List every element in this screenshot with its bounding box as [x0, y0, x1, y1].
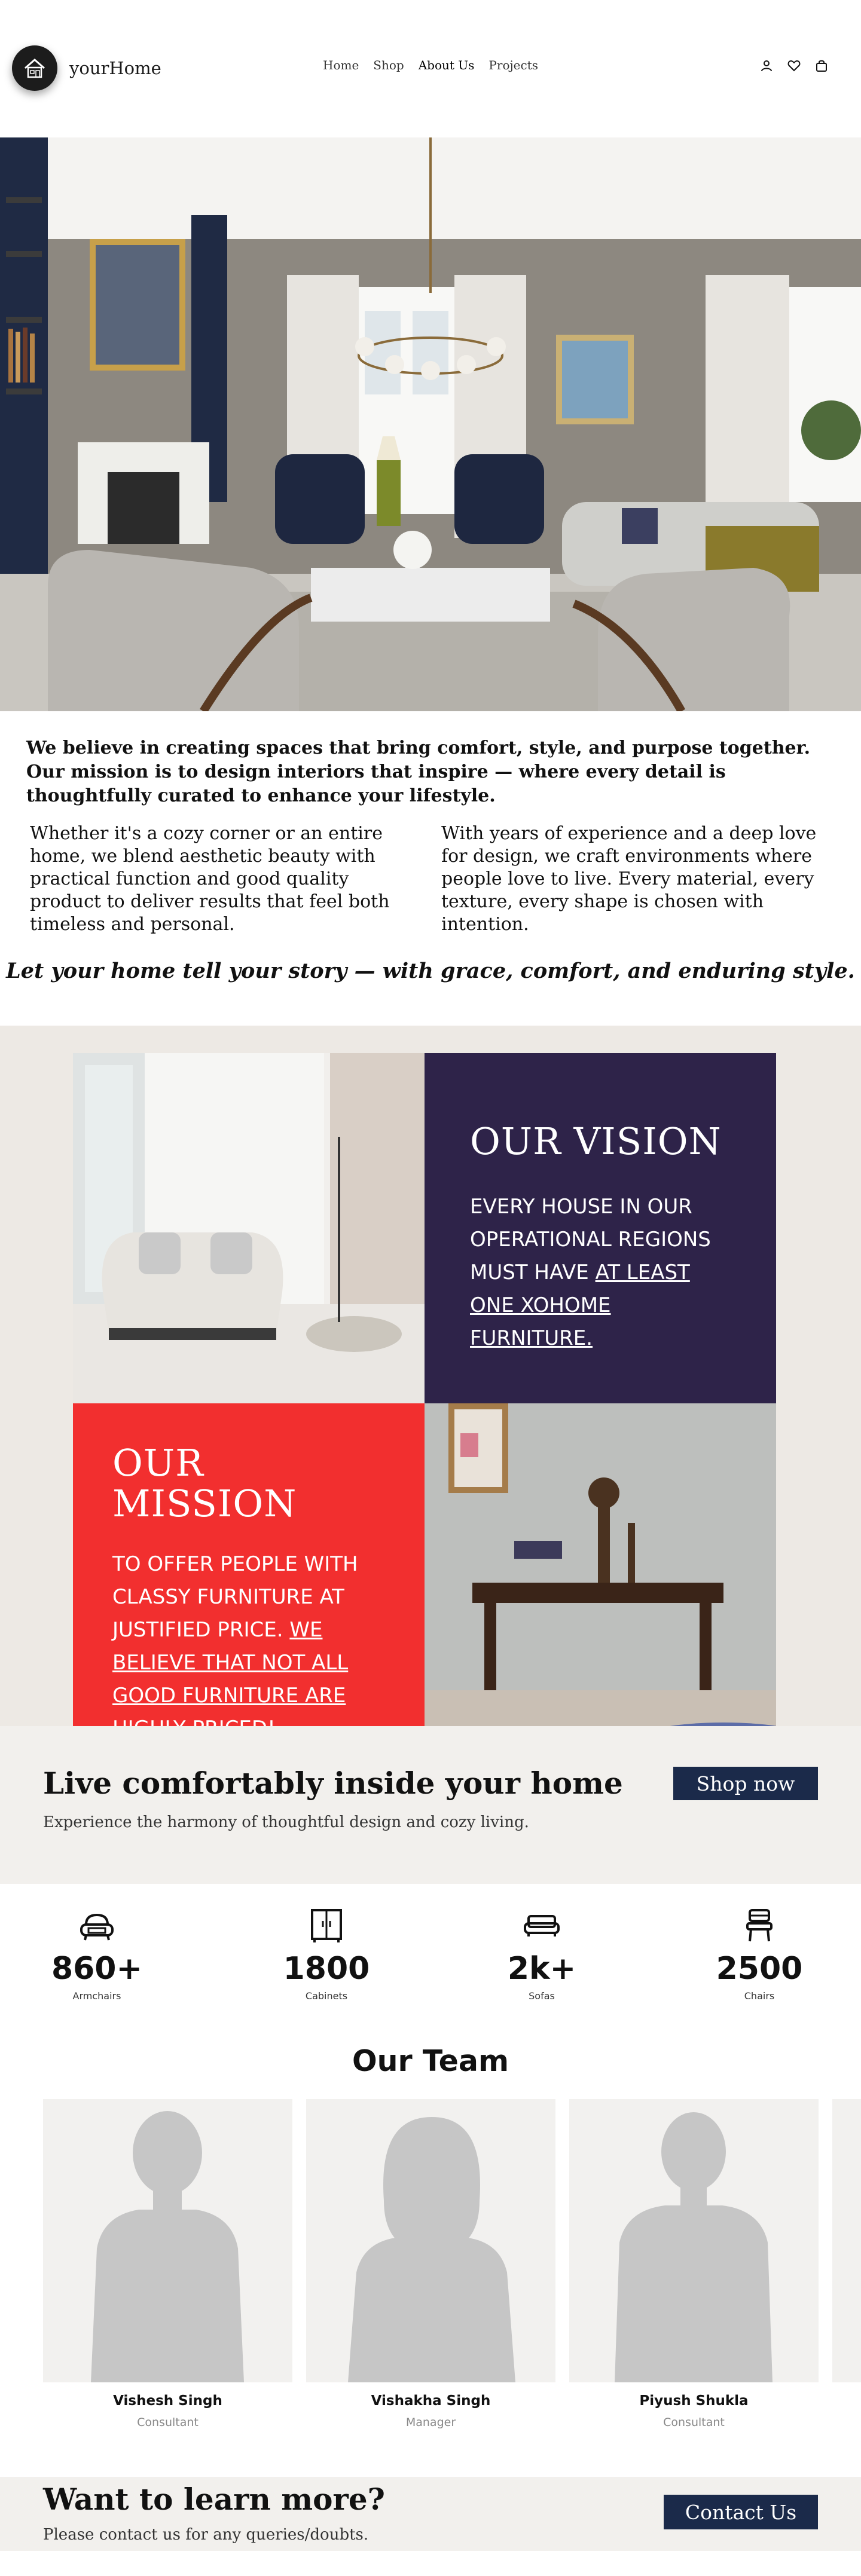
team-member-role: Manager — [405, 2416, 456, 2429]
chair-icon — [746, 1909, 773, 1942]
vision-text: EVERY HOUSE IN OUR OPERATIONAL REGIONS M… — [470, 1191, 732, 1355]
about-column-left: Whether it's a cozy corner or an entire … — [30, 823, 390, 935]
person-silhouette-icon — [91, 2111, 244, 2382]
person-silhouette-icon — [348, 2117, 515, 2382]
nav-projects[interactable]: Projects — [488, 58, 538, 72]
nav-home[interactable]: Home — [323, 58, 359, 72]
shop-now-button[interactable]: Shop now — [673, 1767, 818, 1800]
stat-value: 2500 — [716, 1951, 803, 1987]
stat-value: 2k+ — [507, 1951, 576, 1987]
about-lead: We believe in creating spaces that bring… — [26, 738, 811, 806]
vision-title: OUR VISION — [470, 1119, 722, 1163]
vision-panel: OUR VISION EVERY HOUSE IN OUR OPERATIONA… — [425, 1053, 776, 1403]
about-column-right: With years of experience and a deep love… — [441, 823, 817, 935]
stat-label: Cabinets — [305, 1990, 348, 2002]
logo-house-icon[interactable] — [12, 45, 57, 91]
cta-title: Live comfortably inside your home — [43, 1766, 623, 1801]
about-section: We believe in creating spaces that bring… — [0, 711, 861, 1026]
mission-text: TO OFFER PEOPLE WITH CLASSY FURNITURE AT… — [112, 1548, 389, 1745]
person-silhouette-icon — [615, 2112, 773, 2382]
nav-icons — [759, 59, 829, 73]
vision-sofa-image — [73, 1053, 425, 1403]
team-member-role: Consultant — [663, 2416, 725, 2429]
shop-cta-section: Live comfortably inside your home Experi… — [0, 1726, 861, 1884]
team-member-photo-partial — [832, 2099, 861, 2382]
stat-sofas: 2k+ Sofas — [482, 1884, 602, 2002]
user-icon[interactable] — [759, 59, 774, 73]
hero-living-room-image — [0, 137, 861, 711]
team-member-role: Consultant — [137, 2416, 199, 2429]
stat-label: Chairs — [744, 1990, 775, 2002]
team-title: Our Team — [352, 2044, 509, 2078]
stat-cabinets: 1800 Cabinets — [267, 1884, 386, 2002]
stat-armchairs: 860+ Armchairs — [37, 1884, 157, 2002]
brand[interactable]: yourHome — [12, 45, 161, 91]
stat-chairs: 2500 Chairs — [700, 1884, 819, 2002]
team-member-photo — [569, 2099, 819, 2382]
about-tagline: Let your home tell your story — with gra… — [6, 959, 855, 983]
stats-section: 860+ Armchairs 1800 Cabinets 2k+ Sofas 2… — [0, 1884, 861, 2024]
team-member-name: Piyush Shukla — [639, 2393, 749, 2409]
team-section: Our Team Vishesh Singh Consultant Vishak… — [0, 2024, 861, 2477]
wishlist-heart-icon[interactable] — [787, 59, 801, 73]
mission-panel: OUR MISSION TO OFFER PEOPLE WITH CLASSY … — [73, 1403, 425, 1754]
armchair-icon — [80, 1913, 114, 1941]
team-member-name: Vishesh Singh — [113, 2393, 222, 2409]
stat-label: Armchairs — [72, 1990, 121, 2002]
team-member-photo — [43, 2099, 292, 2382]
nav-about-us[interactable]: About Us — [419, 58, 475, 72]
nav-shop[interactable]: Shop — [373, 58, 404, 72]
cta-subtitle: Experience the harmony of thoughtful des… — [43, 1813, 529, 1831]
team-member-photo — [306, 2099, 555, 2382]
brand-name[interactable]: yourHome — [69, 58, 161, 78]
stat-value: 1800 — [283, 1951, 370, 1987]
stat-value: 860+ — [51, 1951, 143, 1987]
contact-cta-section: Want to learn more? Please contact us fo… — [0, 2477, 861, 2551]
vision-mission-section: OUR VISION EVERY HOUSE IN OUR OPERATIONA… — [0, 1026, 861, 1754]
hero-illustration — [0, 137, 861, 711]
about-columns: Whether it's a cozy corner or an entire … — [0, 822, 861, 936]
learn-title: Want to learn more? — [43, 2482, 385, 2517]
main-menu: Home Shop About Us Projects — [323, 58, 538, 72]
team-member-name: Vishakha Singh — [371, 2393, 491, 2409]
cart-bag-icon[interactable] — [814, 59, 829, 73]
mission-title: OUR MISSION — [112, 1441, 297, 1526]
mission-console-image — [425, 1403, 776, 1754]
top-navigation: yourHome Home Shop About Us Projects — [0, 0, 861, 137]
learn-subtitle: Please contact us for any queries/doubts… — [43, 2526, 369, 2544]
cabinet-icon — [311, 1909, 342, 1942]
sofa-icon — [524, 1915, 560, 1936]
stat-label: Sofas — [529, 1990, 555, 2002]
contact-us-button[interactable]: Contact Us — [664, 2495, 818, 2529]
